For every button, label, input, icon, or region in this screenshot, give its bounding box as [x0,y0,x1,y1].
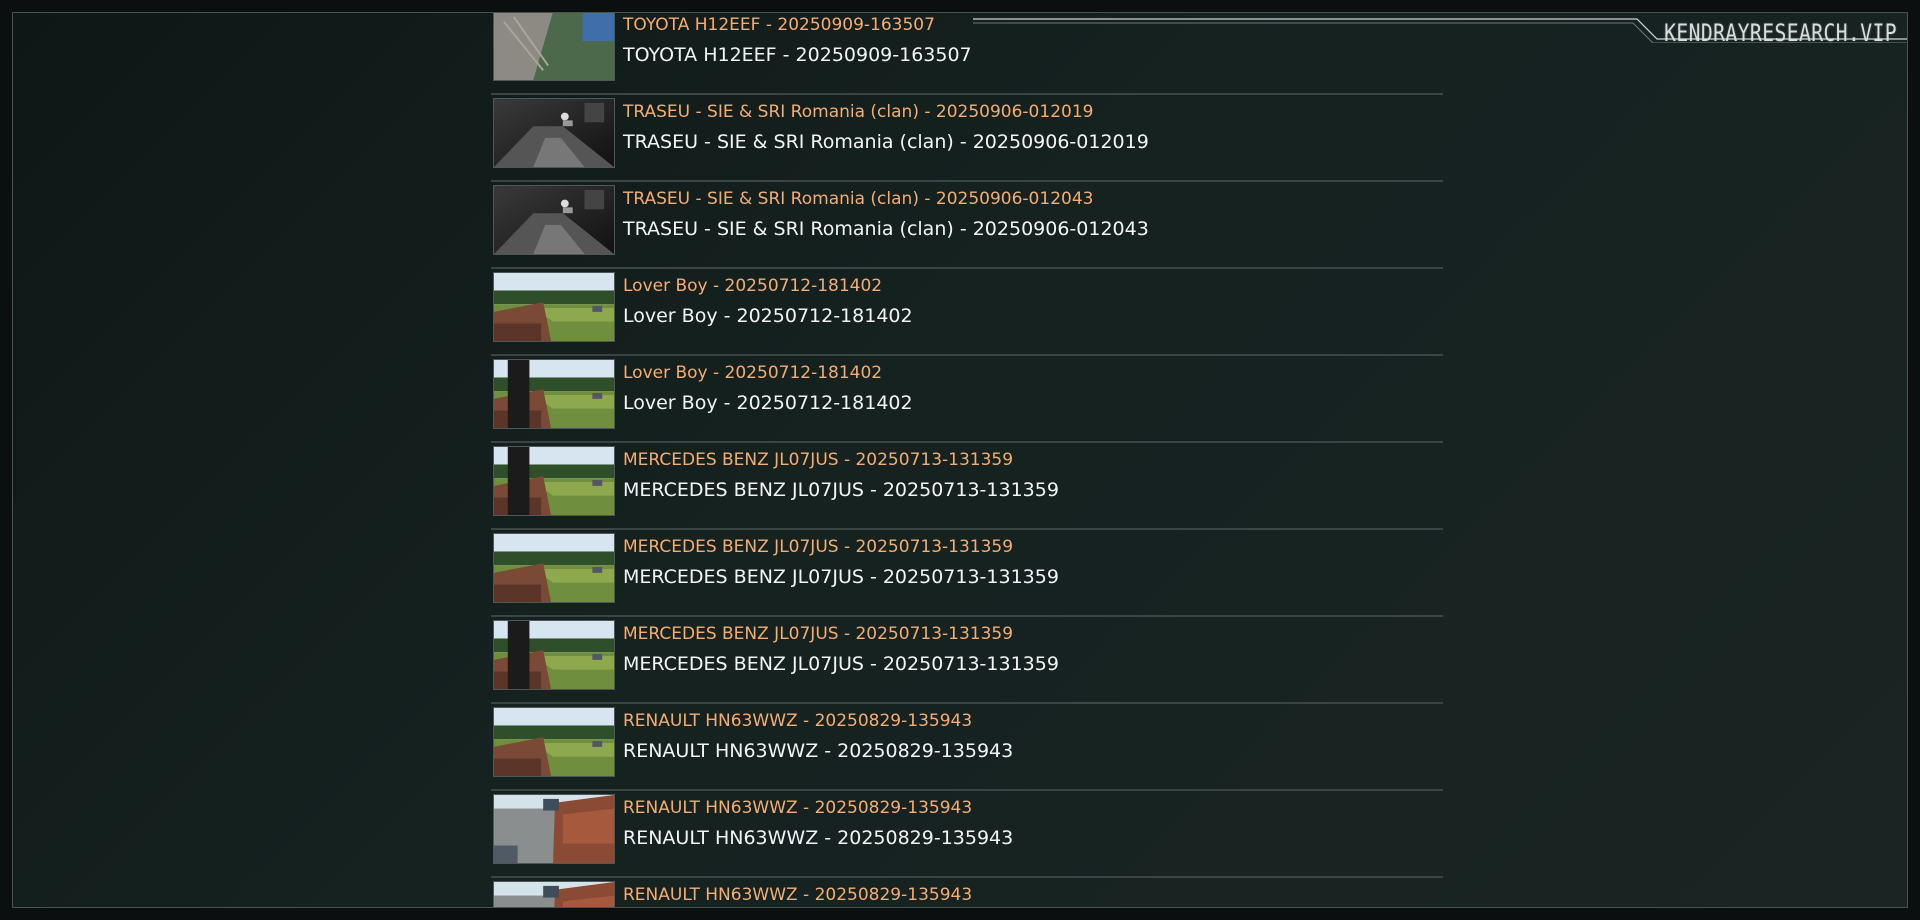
app-frame: KENDRAYRESEARCH.VIP TOYOTA H12EEF - 2025… [12,12,1908,908]
item-title[interactable]: TRASEU - SIE & SRI Romania (clan) - 2025… [623,184,1149,214]
brand-logo[interactable]: KENDRAYRESEARCH.VIP [1664,19,1897,47]
list-item-5[interactable]: Lover Boy - 20250712-181402 Lover Boy - … [491,355,1443,442]
thumbnail-day-garden[interactable] [493,707,615,777]
capture-list: TOYOTA H12EEF - 20250909-163507 TOYOTA H… [491,13,1443,907]
item-texts: TRASEU - SIE & SRI Romania (clan) - 2025… [623,95,1149,155]
item-subtitle: RENAULT HN63WWZ - 20250829-135943 [623,740,1014,762]
item-subtitle: Lover Boy - 20250712-181402 [623,392,913,414]
item-subtitle: MERCEDES BENZ JL07JUS - 20250713-131359 [623,566,1059,588]
item-title[interactable]: RENAULT HN63WWZ - 20250829-135943 [623,793,1013,823]
thumbnail-day-driveway[interactable] [493,794,615,864]
thumbnail-day-garden-dark[interactable] [493,620,615,690]
item-texts: RENAULT HN63WWZ - 20250829-135943 RENAUL… [623,704,1013,764]
item-title[interactable]: TOYOTA H12EEF - 20250909-163507 [623,13,972,40]
list-item-11[interactable]: RENAULT HN63WWZ - 20250829-135943 [491,877,1443,907]
thumbnail-night-street[interactable] [493,98,615,168]
item-subtitle: RENAULT HN63WWZ - 20250829-135943 [623,827,1014,849]
item-texts: Lover Boy - 20250712-181402 Lover Boy - … [623,269,913,329]
thumbnail-day-driveway[interactable] [493,881,615,907]
list-item-9[interactable]: RENAULT HN63WWZ - 20250829-135943 RENAUL… [491,703,1443,790]
item-title[interactable]: RENAULT HN63WWZ - 20250829-135943 [623,706,1013,736]
list-item-4[interactable]: Lover Boy - 20250712-181402 Lover Boy - … [491,268,1443,355]
item-subtitle: TOYOTA H12EEF - 20250909-163507 [623,44,972,66]
item-texts: RENAULT HN63WWZ - 20250829-135943 RENAUL… [623,791,1013,851]
item-title[interactable]: Lover Boy - 20250712-181402 [623,358,913,388]
item-texts: TRASEU - SIE & SRI Romania (clan) - 2025… [623,182,1149,242]
item-subtitle: TRASEU - SIE & SRI Romania (clan) - 2025… [623,131,1149,153]
thumbnail-day-garden[interactable] [493,272,615,342]
thumbnail-day-garden[interactable] [493,533,615,603]
item-title[interactable]: MERCEDES BENZ JL07JUS - 20250713-131359 [623,619,1059,649]
item-title[interactable]: MERCEDES BENZ JL07JUS - 20250713-131359 [623,532,1059,562]
thumbnail-day-alley[interactable] [493,13,615,81]
item-texts: MERCEDES BENZ JL07JUS - 20250713-131359 … [623,443,1059,503]
item-subtitle: TRASEU - SIE & SRI Romania (clan) - 2025… [623,218,1149,240]
item-texts: MERCEDES BENZ JL07JUS - 20250713-131359 … [623,617,1059,677]
thumbnail-night-street[interactable] [493,185,615,255]
list-item-6[interactable]: MERCEDES BENZ JL07JUS - 20250713-131359 … [491,442,1443,529]
item-texts: RENAULT HN63WWZ - 20250829-135943 [623,878,972,907]
list-item-7[interactable]: MERCEDES BENZ JL07JUS - 20250713-131359 … [491,529,1443,616]
list-item-3[interactable]: TRASEU - SIE & SRI Romania (clan) - 2025… [491,181,1443,268]
item-title[interactable]: TRASEU - SIE & SRI Romania (clan) - 2025… [623,97,1149,127]
thumbnail-day-garden-dark[interactable] [493,446,615,516]
item-title[interactable]: Lover Boy - 20250712-181402 [623,271,913,301]
item-texts: TOYOTA H12EEF - 20250909-163507 TOYOTA H… [623,13,972,68]
item-title[interactable]: MERCEDES BENZ JL07JUS - 20250713-131359 [623,445,1059,475]
list-item-10[interactable]: RENAULT HN63WWZ - 20250829-135943 RENAUL… [491,790,1443,877]
thumbnail-day-garden-dark[interactable] [493,359,615,429]
item-texts: MERCEDES BENZ JL07JUS - 20250713-131359 … [623,530,1059,590]
list-item-1[interactable]: TOYOTA H12EEF - 20250909-163507 TOYOTA H… [491,13,1443,94]
item-subtitle: MERCEDES BENZ JL07JUS - 20250713-131359 [623,653,1059,675]
item-subtitle: Lover Boy - 20250712-181402 [623,305,913,327]
item-subtitle: MERCEDES BENZ JL07JUS - 20250713-131359 [623,479,1059,501]
list-item-2[interactable]: TRASEU - SIE & SRI Romania (clan) - 2025… [491,94,1443,181]
list-item-8[interactable]: MERCEDES BENZ JL07JUS - 20250713-131359 … [491,616,1443,703]
item-title[interactable]: RENAULT HN63WWZ - 20250829-135943 [623,880,972,907]
item-texts: Lover Boy - 20250712-181402 Lover Boy - … [623,356,913,416]
